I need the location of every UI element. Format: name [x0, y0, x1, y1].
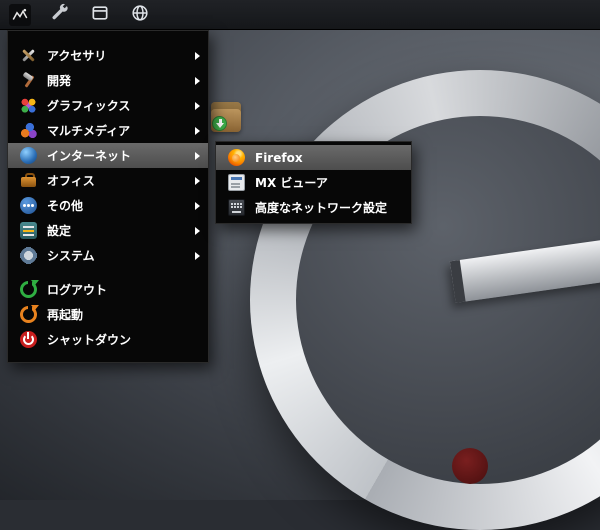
chevron-right-icon	[195, 76, 200, 85]
menu-item-label: オフィス	[47, 174, 95, 188]
menu-item-internet[interactable]: インターネット	[8, 143, 208, 168]
chevron-right-icon	[195, 151, 200, 160]
menu-item-label: インターネット	[47, 149, 132, 163]
window-icon	[90, 3, 110, 26]
menu-item-accessories[interactable]: アクセサリ	[8, 43, 208, 68]
chevron-right-icon	[195, 201, 200, 210]
menu-item-label: 開発	[47, 74, 72, 88]
submenu-item-label: MX ビューア	[255, 176, 328, 190]
wrench-icon	[50, 3, 70, 26]
menu-item-label: アクセサリ	[47, 49, 107, 63]
menu-item-label: マルチメディア	[47, 124, 131, 138]
development-icon	[20, 72, 37, 89]
menu-logo-icon	[9, 3, 31, 26]
submenu-item-firefox[interactable]: Firefox	[216, 145, 411, 170]
shutdown-icon	[20, 331, 37, 348]
submenu-item-advanced-network-settings[interactable]: 高度なネットワーク設定	[216, 195, 411, 220]
chevron-right-icon	[195, 51, 200, 60]
submenu-item-mx-viewer[interactable]: MX ビューア	[216, 170, 411, 195]
menu-item-label: 設定	[47, 224, 72, 238]
tools-button[interactable]	[48, 3, 72, 27]
submenu-item-label: 高度なネットワーク設定	[255, 201, 388, 215]
menu-item-restart[interactable]: 再起動	[8, 302, 208, 327]
taskbar	[0, 0, 600, 30]
internet-submenu: Firefox MX ビューア 高度なネットワーク設定	[215, 141, 412, 224]
network-icon	[228, 199, 245, 216]
office-icon	[20, 172, 37, 189]
menu-item-graphics[interactable]: グラフィックス	[8, 93, 208, 118]
globe-icon	[130, 3, 150, 26]
menu-item-other[interactable]: その他	[8, 193, 208, 218]
logout-icon	[20, 280, 39, 298]
menu-item-label: グラフィックス	[47, 99, 131, 113]
network-globe-button[interactable]	[128, 3, 152, 27]
graphics-icon	[20, 97, 37, 114]
submenu-item-label: Firefox	[255, 150, 303, 165]
menu-item-settings[interactable]: 設定	[8, 218, 208, 243]
chevron-right-icon	[195, 101, 200, 110]
menu-item-development[interactable]: 開発	[8, 68, 208, 93]
accessories-icon	[20, 47, 37, 64]
viewer-icon	[228, 174, 245, 191]
chevron-right-icon	[195, 176, 200, 185]
menu-item-multimedia[interactable]: マルチメディア	[8, 118, 208, 143]
menu-item-system[interactable]: システム	[8, 243, 208, 268]
menu-item-label: システム	[47, 249, 95, 263]
menu-item-label: 再起動	[47, 308, 84, 322]
restart-icon	[20, 305, 39, 323]
wallpaper-red-dot	[452, 448, 488, 484]
window-button[interactable]	[88, 3, 112, 27]
menu-item-shutdown[interactable]: シャットダウン	[8, 327, 208, 352]
chevron-right-icon	[195, 226, 200, 235]
menu-item-office[interactable]: オフィス	[8, 168, 208, 193]
menu-separator	[8, 268, 208, 277]
menu-item-logout[interactable]: ログアウト	[8, 277, 208, 302]
menu-button[interactable]	[8, 3, 32, 27]
menu-item-label: シャットダウン	[47, 333, 132, 347]
download-arrow-badge-icon	[212, 116, 227, 131]
system-icon	[20, 247, 37, 264]
chevron-right-icon	[195, 251, 200, 260]
menu-item-label: その他	[47, 199, 84, 213]
chevron-right-icon	[195, 126, 200, 135]
installer-package-icon[interactable]	[211, 102, 241, 132]
firefox-icon	[228, 149, 245, 166]
application-menu: アクセサリ 開発 グラフィックス マルチメディア インターネット オフィス その…	[7, 30, 209, 363]
multimedia-icon	[20, 122, 37, 139]
internet-icon	[20, 147, 37, 164]
other-icon	[20, 197, 37, 214]
settings-icon	[20, 222, 37, 239]
menu-item-label: ログアウト	[47, 283, 108, 297]
